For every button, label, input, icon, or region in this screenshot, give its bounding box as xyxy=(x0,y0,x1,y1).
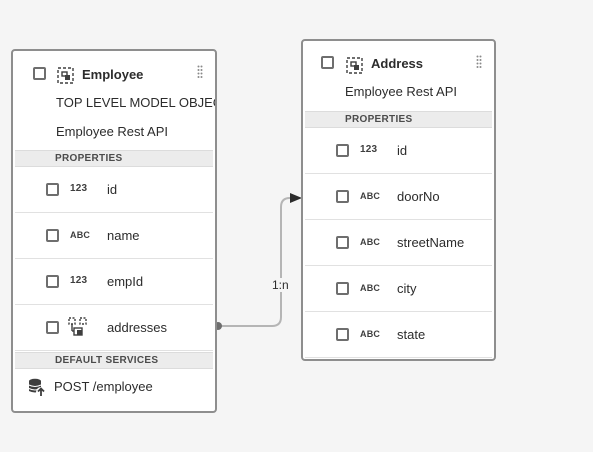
employee-properties-header: PROPERTIES xyxy=(15,150,213,167)
employee-services-header: DEFAULT SERVICES xyxy=(15,352,213,369)
model-icon xyxy=(57,67,74,84)
model-canvas[interactable]: 1:n Employee TOP LEVEL MODEL OBJECT Empl… xyxy=(0,0,593,452)
property-name: addresses xyxy=(107,320,167,335)
property-row-name[interactable]: ABC name xyxy=(15,213,213,259)
integer-type-icon: 123 xyxy=(70,275,88,286)
property-row-id[interactable]: 123 id xyxy=(305,128,492,174)
property-checkbox[interactable] xyxy=(336,328,349,341)
address-model-card[interactable]: Address Employee Rest API PROPERTIES 123… xyxy=(301,39,496,361)
drag-handle-icon[interactable] xyxy=(197,65,203,79)
service-label: POST /employee xyxy=(54,379,153,394)
integer-type-icon: 123 xyxy=(360,144,378,155)
employee-card-title: Employee xyxy=(82,67,144,82)
property-name: id xyxy=(397,143,408,158)
property-checkbox[interactable] xyxy=(46,321,59,334)
property-name: state xyxy=(397,327,426,342)
property-name: id xyxy=(107,182,118,197)
integer-type-icon: 123 xyxy=(70,183,88,194)
string-type-icon: ABC xyxy=(360,237,381,247)
property-checkbox[interactable] xyxy=(46,275,59,288)
address-select-checkbox[interactable] xyxy=(321,56,334,69)
employee-model-card[interactable]: Employee TOP LEVEL MODEL OBJECT Employee… xyxy=(11,49,217,413)
address-card-header[interactable]: Address xyxy=(303,41,494,75)
property-row-city[interactable]: ABC city xyxy=(305,266,492,312)
property-row-streetname[interactable]: ABC streetName xyxy=(305,220,492,266)
property-name: empId xyxy=(107,274,144,289)
property-row-state[interactable]: ABC state xyxy=(305,312,492,358)
address-card-title: Address xyxy=(371,56,424,71)
property-name: name xyxy=(107,228,140,243)
string-type-icon: ABC xyxy=(360,191,381,201)
property-checkbox[interactable] xyxy=(336,236,349,249)
relationship-cardinality-label: 1:n xyxy=(272,278,289,292)
drag-handle-icon[interactable] xyxy=(476,55,482,69)
employee-select-checkbox[interactable] xyxy=(33,67,46,80)
property-name: doorNo xyxy=(397,189,440,204)
database-upload-icon xyxy=(28,378,46,397)
property-checkbox[interactable] xyxy=(46,229,59,242)
string-type-icon: ABC xyxy=(360,283,381,293)
string-type-icon: ABC xyxy=(70,230,91,240)
address-properties-header: PROPERTIES xyxy=(305,111,492,128)
employee-data-source: Employee Rest API xyxy=(56,124,168,139)
relationship-icon xyxy=(68,317,87,336)
property-row-addresses[interactable]: addresses xyxy=(15,305,213,351)
property-row-id[interactable]: 123 id xyxy=(15,167,213,213)
property-checkbox[interactable] xyxy=(46,183,59,196)
service-row-post-employee[interactable]: POST /employee xyxy=(15,369,213,403)
property-row-empid[interactable]: 123 empId xyxy=(15,259,213,305)
property-checkbox[interactable] xyxy=(336,144,349,157)
string-type-icon: ABC xyxy=(360,329,381,339)
property-name: streetName xyxy=(397,235,465,250)
property-checkbox[interactable] xyxy=(336,190,349,203)
employee-card-header[interactable]: Employee xyxy=(13,51,215,85)
address-data-source: Employee Rest API xyxy=(345,84,457,99)
property-name: city xyxy=(397,281,417,296)
property-row-doorno[interactable]: ABC doorNo xyxy=(305,174,492,220)
model-icon xyxy=(346,57,363,74)
property-checkbox[interactable] xyxy=(336,282,349,295)
employee-model-kind: TOP LEVEL MODEL OBJECT xyxy=(56,95,217,110)
